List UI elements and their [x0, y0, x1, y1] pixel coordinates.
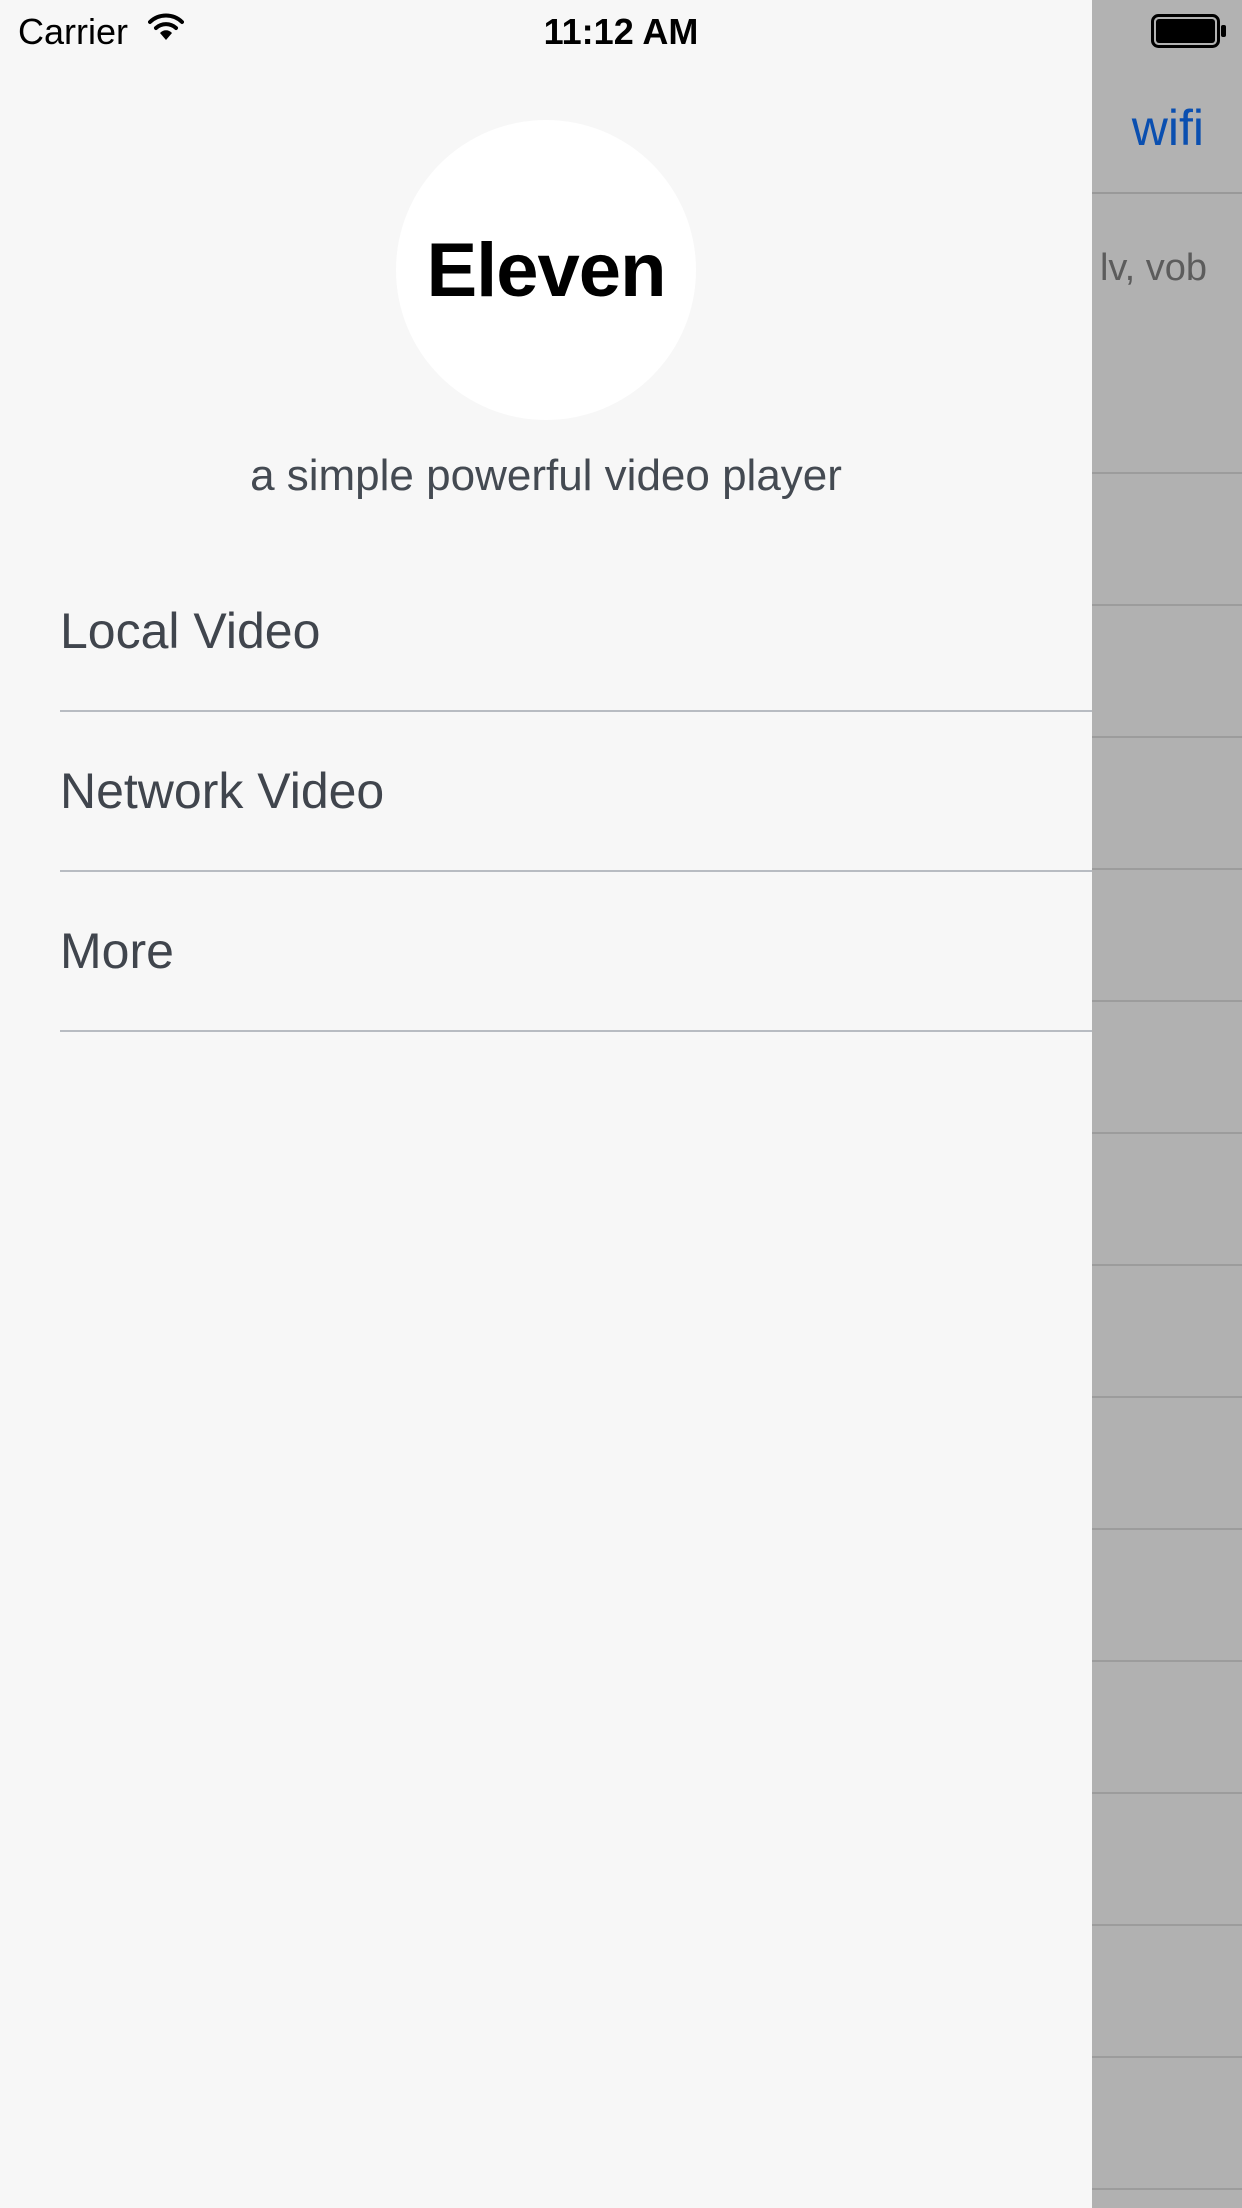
list-divider	[1092, 2188, 1242, 2190]
app-tagline: a simple powerful video player	[250, 451, 842, 500]
list-divider	[1092, 1528, 1242, 1530]
menu-item-label: More	[60, 923, 174, 979]
menu-item-local-video[interactable]: Local Video	[60, 552, 1092, 712]
battery-icon	[1151, 14, 1227, 53]
list-divider	[1092, 1792, 1242, 1794]
status-bar: Carrier 11:12 AM	[0, 0, 1242, 62]
app-logo-text: Eleven	[426, 227, 666, 313]
menu-item-more[interactable]: More	[60, 872, 1092, 1032]
supported-formats-text: lv, vob	[1099, 247, 1207, 289]
wifi-transfer-button[interactable]: wifi	[1132, 98, 1204, 158]
list-divider	[1092, 1000, 1242, 1002]
list-divider	[1092, 604, 1242, 606]
list-divider	[1092, 736, 1242, 738]
app-logo: Eleven	[396, 120, 696, 420]
menu-item-label: Network Video	[60, 763, 385, 819]
status-time: 11:12 AM	[543, 11, 699, 52]
menu-item-label: Local Video	[60, 603, 321, 659]
list-divider	[1092, 1396, 1242, 1398]
list-divider	[1092, 1264, 1242, 1266]
list-divider	[1092, 2056, 1242, 2058]
menu-item-network-video[interactable]: Network Video	[60, 712, 1092, 872]
list-divider	[1092, 472, 1242, 474]
list-divider	[1092, 868, 1242, 870]
list-divider	[1092, 1660, 1242, 1662]
list-divider	[1092, 1132, 1242, 1134]
list-divider	[1092, 1924, 1242, 1926]
side-drawer: Eleven a simple powerful video player Lo…	[0, 0, 1092, 2208]
drawer-menu: Local Video Network Video More	[60, 552, 1092, 1032]
